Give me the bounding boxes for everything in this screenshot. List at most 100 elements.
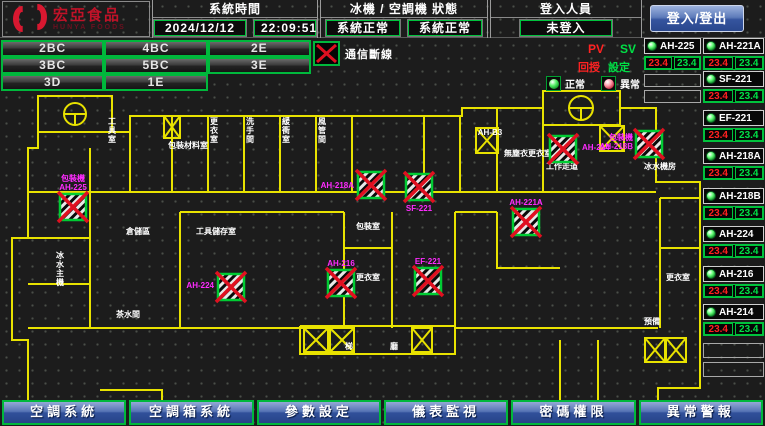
unit-marker[interactable]: AH-216 xyxy=(326,259,356,298)
unit-slot-ah-221a: AH-221A23.423.4 xyxy=(703,38,764,70)
room-label: 緩衝室 xyxy=(281,116,291,144)
unit-marker-label: AH-216 xyxy=(327,259,355,268)
unit-button-sf-221[interactable]: SF-221 xyxy=(703,71,764,87)
nav-button-異常警報[interactable]: 異常警報 xyxy=(639,400,763,425)
unit-button-ah-214[interactable]: AH-214 xyxy=(703,304,764,320)
unit-slot-empty xyxy=(644,74,701,87)
room-label: 包裝材料室 xyxy=(167,140,208,150)
lift-icon xyxy=(412,328,432,352)
comm-loss-legend: 通信斷線 xyxy=(313,41,393,66)
comm-loss-label: 通信斷線 xyxy=(345,46,393,62)
system-clock-value: 22:09:51 xyxy=(254,20,316,36)
floor-button-3bc[interactable]: 3BC xyxy=(1,57,104,74)
unit-values-row: 23.423.4 xyxy=(703,128,764,142)
unit-status-led xyxy=(706,269,716,279)
unit-status-led xyxy=(706,41,716,51)
unit-button-ah-218b[interactable]: AH-218B xyxy=(703,188,764,204)
room-label: 茶水間 xyxy=(115,309,140,319)
login-section: 登入人員 未登入 xyxy=(490,0,642,38)
unit-marker-label: EF-221 xyxy=(415,257,442,266)
unit-sv-value: 23.4 xyxy=(735,57,764,69)
room-label: AH-B3 xyxy=(478,128,503,137)
unit-values-row: 23.423.4 xyxy=(703,166,764,180)
unit-pv-value: 23.4 xyxy=(704,129,733,141)
unit-status-led xyxy=(706,191,716,201)
unit-marker-label: AH-224 xyxy=(186,281,214,290)
unit-slot-ah-216: AH-21623.423.4 xyxy=(703,266,764,298)
unit-pv-value: 23.4 xyxy=(704,90,733,102)
normal-lamp-icon xyxy=(546,76,561,91)
nav-button-密碼權限[interactable]: 密碼權限 xyxy=(511,400,635,425)
floor-button-2bc[interactable]: 2BC xyxy=(1,40,104,57)
unit-button-ef-221[interactable]: EF-221 xyxy=(703,110,764,126)
system-time-section: 系統時間 2024/12/12 22:09:51 xyxy=(152,0,318,38)
room-label: 冰水主機 xyxy=(55,250,65,287)
room-label: 包裝室 xyxy=(355,221,380,231)
unit-marker-label: SF-221 xyxy=(406,204,433,213)
unit-button-ah-224[interactable]: AH-224 xyxy=(703,226,764,242)
abnormal-lamp-label: 異常 xyxy=(620,76,640,91)
unit-name-label: AH-218A xyxy=(719,151,761,162)
unit-button-ah-218a[interactable]: AH-218A xyxy=(703,148,764,164)
unit-status-led xyxy=(706,151,716,161)
floor-button-4bc[interactable]: 4BC xyxy=(104,40,207,57)
unit-slot-sf-221: SF-221 23.423.4 xyxy=(703,71,764,103)
floor-button-1e[interactable]: 1E xyxy=(104,74,207,91)
system-time-label: 系統時間 xyxy=(153,0,317,18)
unit-marker[interactable]: EF-221 xyxy=(413,257,443,296)
unit-status-led xyxy=(706,74,716,84)
unit-values-row: 23.423.4 xyxy=(644,56,701,70)
normal-lamp-label: 正常 xyxy=(565,76,585,91)
unit-name-label: AH-216 xyxy=(719,269,753,280)
unit-sv-value: 23.4 xyxy=(735,245,764,257)
unit-marker[interactable]: AH-221A xyxy=(509,198,543,237)
nav-button-空調箱系統[interactable]: 空調箱系統 xyxy=(129,400,253,425)
unit-name-label: AH-218B xyxy=(719,191,761,202)
floor-button-5bc[interactable]: 5BC xyxy=(104,57,207,74)
unit-values-row: 23.423.4 xyxy=(703,322,764,336)
company-logo: 宏亞食品 HUNYA FOODS xyxy=(2,1,150,37)
comm-loss-icon xyxy=(313,41,340,66)
unit-slot-ah-224: AH-224 23.423.4 xyxy=(703,226,764,258)
nav-button-儀表監視[interactable]: 儀表監視 xyxy=(384,400,508,425)
unit-sv-value: 23.4 xyxy=(735,285,764,297)
machine-status-label: 冰機 / 空調機 狀態 xyxy=(321,0,487,18)
unit-button-ah-216[interactable]: AH-216 xyxy=(703,266,764,282)
floor-plan: 工具室包裝材料室更衣室洗手間緩衝室風管間AH-B3無塵衣更衣室工作走道冰水機房包… xyxy=(0,88,702,400)
floor-button-2e[interactable]: 2E xyxy=(208,40,311,57)
unit-marker[interactable]: AH-218A xyxy=(321,170,386,200)
room-label: 預備 xyxy=(644,316,660,326)
unit-status-led xyxy=(647,41,657,51)
unit-marker[interactable]: AH-224 xyxy=(186,272,246,302)
lift-icon xyxy=(666,338,686,362)
unit-slot-ah-218a: AH-218A 23.423.4 xyxy=(703,148,764,180)
unit-slot-ah-225: AH-225 23.423.4 xyxy=(644,38,701,70)
bottom-nav-bar: 空調系統空調箱系統參數設定儀表監視密碼權限異常警報 xyxy=(0,400,765,425)
room-label: 風管間 xyxy=(318,117,326,144)
unit-sv-value: 23.4 xyxy=(735,90,764,102)
hmi-screen: 工具室包裝材料室更衣室洗手間緩衝室風管間AH-B3無塵衣更衣室工作走道冰水機房包… xyxy=(0,0,765,426)
unit-sv-value: 23.4 xyxy=(735,323,764,335)
nav-button-空調系統[interactable]: 空調系統 xyxy=(2,400,126,425)
unit-pv-value: 23.4 xyxy=(645,57,672,69)
unit-marker[interactable]: 包裝機AH-225 xyxy=(58,173,88,222)
nav-button-參數設定[interactable]: 參數設定 xyxy=(257,400,381,425)
system-date-value: 2024/12/12 xyxy=(154,20,246,36)
unit-marker[interactable]: SF-221 xyxy=(404,172,434,213)
login-logout-button[interactable]: 登入/登出 xyxy=(650,5,744,32)
unit-button-ah-221a[interactable]: AH-221A xyxy=(703,38,764,54)
unit-status-led xyxy=(706,113,716,123)
unit-button-ah-225[interactable]: AH-225 xyxy=(644,38,701,54)
unit-column-left: AH-225 23.423.4 xyxy=(644,38,701,108)
unit-pv-value: 23.4 xyxy=(704,245,733,257)
unit-name-label: AH-225 xyxy=(660,41,694,52)
room-label: 工具室 xyxy=(108,117,116,144)
floor-button-3e[interactable]: 3E xyxy=(208,57,311,74)
floor-button-3d[interactable]: 3D xyxy=(1,74,104,91)
unit-marker[interactable]: 包裝機AH-218B xyxy=(600,129,664,159)
logo-icon xyxy=(13,4,47,34)
normal-lamp-legend: 正常 xyxy=(546,76,585,91)
sv-name-label: 設定 xyxy=(608,59,630,75)
pv-label: PV xyxy=(588,42,604,56)
room-label: 更衣室 xyxy=(666,272,690,282)
